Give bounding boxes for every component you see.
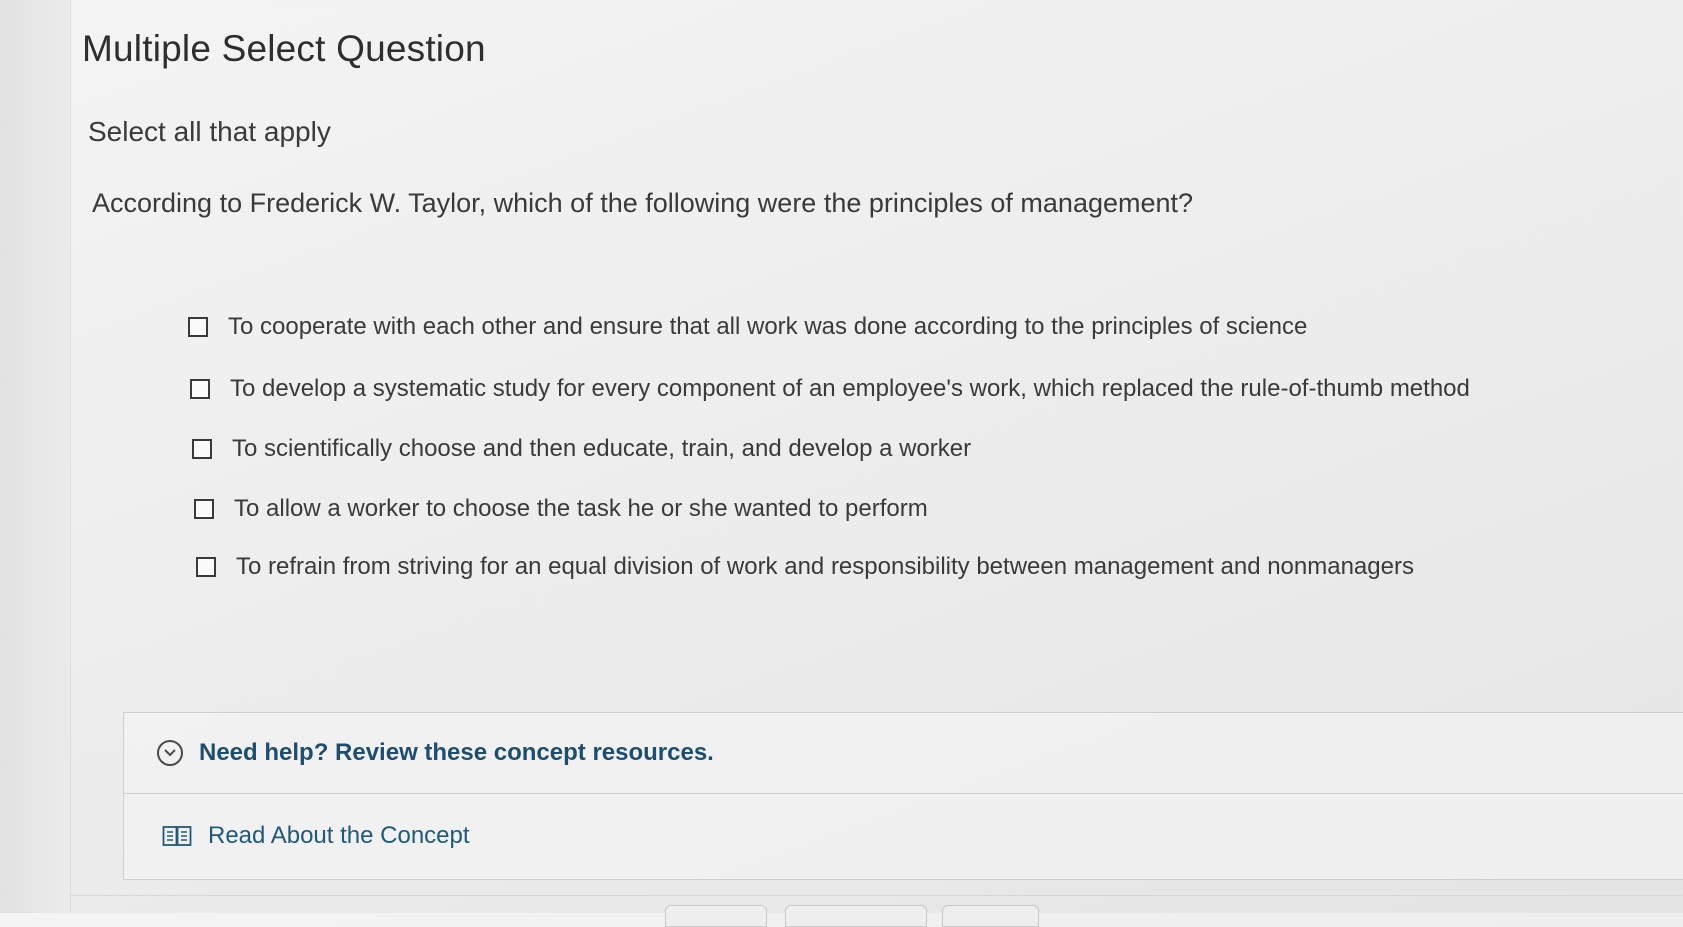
help-toggle-label: Need help? Review these concept resource… bbox=[199, 739, 714, 766]
answer-option-label: To develop a systematic study for every … bbox=[230, 375, 1470, 402]
checkbox-4[interactable] bbox=[194, 499, 214, 519]
answer-option-label: To cooperate with each other and ensure … bbox=[228, 313, 1308, 340]
checkbox-5[interactable] bbox=[196, 557, 216, 577]
question-page: Multiple Select Question Select all that… bbox=[0, 0, 1683, 927]
answer-option-5[interactable]: To refrain from striving for an equal di… bbox=[196, 553, 1414, 581]
answer-option-label: To scientifically choose and then educat… bbox=[232, 435, 972, 462]
answer-option-label: To refrain from striving for an equal di… bbox=[236, 553, 1414, 580]
concept-resources-panel: Need help? Review these concept resource… bbox=[123, 712, 1683, 880]
answer-option-4[interactable]: To allow a worker to choose the task he … bbox=[194, 495, 928, 523]
checkbox-1[interactable] bbox=[188, 317, 208, 337]
footer-tab[interactable] bbox=[942, 905, 1039, 927]
checkbox-3[interactable] bbox=[192, 439, 212, 459]
footer-tab[interactable] bbox=[785, 905, 927, 927]
instruction-text: Select all that apply bbox=[88, 116, 331, 147]
chevron-down-circle-icon bbox=[157, 740, 183, 766]
read-about-concept-label: Read About the Concept bbox=[208, 822, 470, 849]
answer-option-3[interactable]: To scientifically choose and then educat… bbox=[192, 435, 971, 463]
book-icon bbox=[162, 824, 192, 848]
page-title: Multiple Select Question bbox=[82, 28, 486, 69]
read-about-concept-link[interactable]: Read About the Concept bbox=[124, 793, 1683, 879]
footer-tab[interactable] bbox=[665, 905, 767, 927]
answer-option-label: To allow a worker to choose the task he … bbox=[234, 495, 928, 522]
answer-option-1[interactable]: To cooperate with each other and ensure … bbox=[188, 313, 1307, 341]
checkbox-2[interactable] bbox=[190, 379, 210, 399]
left-margin bbox=[0, 0, 71, 913]
help-toggle-button[interactable]: Need help? Review these concept resource… bbox=[124, 713, 1683, 794]
question-prompt: According to Frederick W. Taylor, which … bbox=[92, 188, 1194, 218]
footer-divider bbox=[70, 895, 1683, 896]
answer-option-2[interactable]: To develop a systematic study for every … bbox=[190, 375, 1470, 403]
